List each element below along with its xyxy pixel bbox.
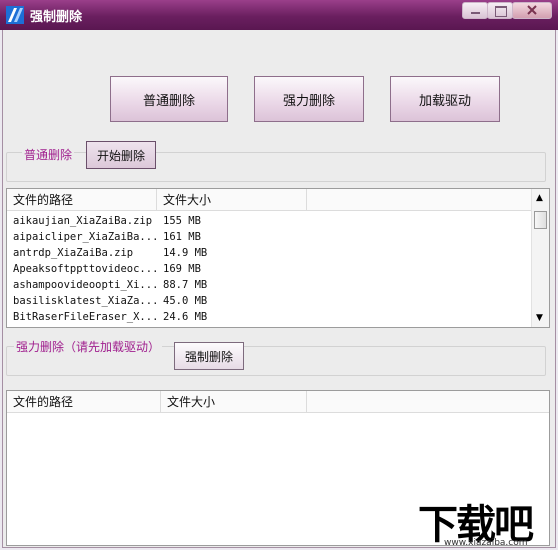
file-size: 88.7 MB <box>163 279 208 291</box>
file-size: 161 MB <box>163 231 201 243</box>
minimize-button[interactable] <box>462 2 488 19</box>
scroll-down-arrow-icon[interactable]: ▼ <box>536 313 543 323</box>
file-path: antrdp_XiaZaiBa.zip <box>13 247 134 259</box>
load-driver-button[interactable]: 加载驱动 <box>390 76 500 122</box>
scroll-thumb[interactable] <box>534 211 547 229</box>
normal-file-list[interactable]: 文件的路径 文件大小 aikaujian_XiaZaiBa.zip 155 MB … <box>6 188 550 328</box>
file-path: aikaujian_XiaZaiBa.zip <box>13 215 153 227</box>
window-title: 强制删除 <box>30 10 83 25</box>
force-delete-label: 强力删除（请先加载驱动） <box>14 338 163 355</box>
list-item[interactable]: aikaujian_XiaZaiBa.zip 155 MB <box>7 214 527 230</box>
file-path: ashampoovideoopti_Xi... <box>13 279 159 291</box>
close-button[interactable] <box>512 2 552 19</box>
main-window: 强制删除 普通删除 强力删除 加载驱动 普通删除 开始删除 文件的路径 文件大小… <box>0 0 558 550</box>
minimize-icon <box>471 12 480 14</box>
vertical-scrollbar[interactable]: ▲ ▼ <box>531 189 549 327</box>
normal-delete-button[interactable]: 普通删除 <box>110 76 228 122</box>
force-delete-button[interactable]: 强力删除 <box>254 76 364 122</box>
list-item[interactable]: ashampoovideoopti_Xi... 88.7 MB <box>7 278 527 294</box>
start-delete-button[interactable]: 开始删除 <box>86 141 156 169</box>
column-header-path[interactable]: 文件的路径 <box>7 391 161 413</box>
app-icon <box>6 6 24 24</box>
list-header: 文件的路径 文件大小 <box>7 391 549 413</box>
file-size: 45.0 MB <box>163 295 208 307</box>
normal-delete-label: 普通删除 <box>22 146 75 163</box>
maximize-button[interactable] <box>487 2 513 19</box>
file-size: 14.9 MB <box>163 247 208 259</box>
column-header-path[interactable]: 文件的路径 <box>7 189 157 211</box>
column-header-size[interactable]: 文件大小 <box>161 391 307 413</box>
list-item[interactable]: BitRaserFileEraser_X... 24.6 MB <box>7 310 527 326</box>
title-bar[interactable]: 强制删除 <box>0 0 558 30</box>
file-path: basilisklatest_XiaZa... <box>13 295 159 307</box>
file-path: Apeaksoftppttovideoc... <box>13 263 159 275</box>
close-icon <box>527 5 537 15</box>
list-item[interactable]: basilisklatest_XiaZa... 45.0 MB <box>7 294 527 310</box>
column-header-size[interactable]: 文件大小 <box>157 189 307 211</box>
maximize-icon <box>495 6 507 17</box>
file-path: BitRaserFileEraser_X... <box>13 311 159 323</box>
force-delete-action-button[interactable]: 强制删除 <box>174 342 244 370</box>
list-header: 文件的路径 文件大小 <box>7 189 549 211</box>
list-item[interactable]: Apeaksoftppttovideoc... 169 MB <box>7 262 527 278</box>
file-path: aipaicliper_XiaZaiBa... <box>13 231 159 243</box>
scroll-up-arrow-icon[interactable]: ▲ <box>536 193 543 203</box>
list-item[interactable]: antrdp_XiaZaiBa.zip 14.9 MB <box>7 246 527 262</box>
file-size: 155 MB <box>163 215 201 227</box>
file-size: 169 MB <box>163 263 201 275</box>
file-size: 24.6 MB <box>163 311 208 323</box>
list-item[interactable]: aipaicliper_XiaZaiBa... 161 MB <box>7 230 527 246</box>
watermark-url: www.xiazaiba.com <box>444 538 528 548</box>
